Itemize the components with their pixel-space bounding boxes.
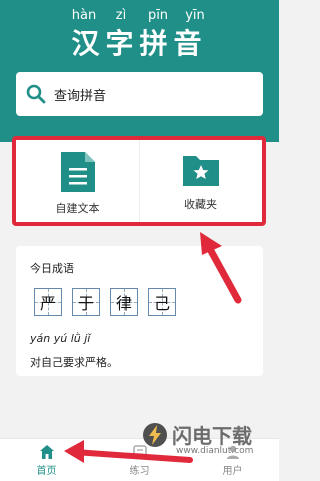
title-pinyin: hàn zì pīn yīn: [0, 8, 279, 23]
idiom-char-box: 己: [148, 288, 176, 316]
lightning-logo-icon: [143, 422, 167, 447]
title-char-2: 字: [105, 27, 140, 60]
idiom-pinyin: yán yú lǜ jǐ: [30, 332, 91, 345]
star-folder-icon: [182, 156, 219, 186]
daily-idiom-card[interactable]: 今日成语 严 于 律 己 yán yú lǜ jǐ 对自己要求严格。: [16, 246, 263, 376]
search-placeholder: 查询拼音: [54, 88, 107, 104]
idiom-char-box: 律: [110, 288, 138, 316]
idiom-chars: 严 于 律 己: [34, 288, 176, 316]
idiom-char-2: 于: [77, 294, 94, 313]
home-icon: [39, 444, 54, 459]
idiom-char-box: 严: [34, 288, 62, 316]
idiom-char-box: 于: [72, 288, 100, 316]
app-title: 汉字拼音: [0, 22, 279, 62]
favorites-label: 收藏夹: [184, 198, 217, 211]
favorites-button[interactable]: 收藏夹: [139, 140, 262, 222]
watermark-url: www.dianlut.com: [176, 446, 254, 456]
tab-practice-label: 练习: [129, 465, 150, 477]
quick-actions-card: 自建文本 收藏夹: [12, 136, 266, 226]
pinyin-2: zì: [115, 8, 127, 23]
title-char-4: 音: [173, 27, 208, 60]
search-bar[interactable]: 查询拼音: [16, 72, 263, 116]
search-icon: [26, 84, 46, 104]
create-text-button[interactable]: 自建文本: [16, 140, 140, 222]
tab-user-label: 用户: [222, 465, 243, 477]
idiom-definition: 对自己要求严格。: [30, 356, 118, 369]
idiom-title: 今日成语: [30, 262, 74, 275]
create-text-label: 自建文本: [55, 202, 100, 215]
pinyin-4: yīn: [185, 8, 205, 23]
idiom-char-1: 严: [39, 294, 56, 313]
tab-home-label: 首页: [36, 465, 57, 477]
pinyin-3: pīn: [147, 8, 169, 23]
title-char-1: 汉: [71, 27, 106, 60]
title-char-3: 拼: [139, 27, 174, 60]
app-header: hàn zì pīn yīn 汉字拼音 查询拼音: [0, 0, 279, 142]
tab-home[interactable]: 首页: [0, 439, 93, 481]
idiom-char-3: 律: [115, 294, 132, 313]
watermark-text: 闪电下载: [172, 424, 252, 448]
watermark-logo: 闪电下载: [142, 420, 252, 449]
idiom-char-4: 己: [153, 294, 170, 313]
pinyin-1: hàn: [71, 8, 97, 23]
document-icon: [60, 152, 95, 192]
